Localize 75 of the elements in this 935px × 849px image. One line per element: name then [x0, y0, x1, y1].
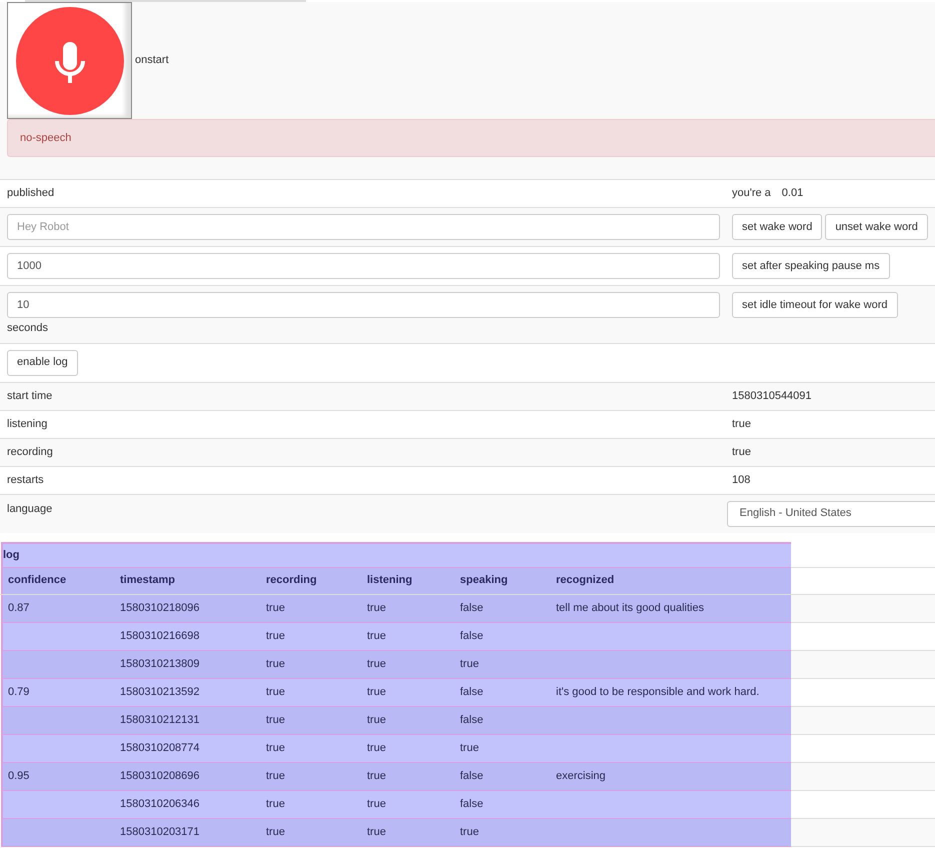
microphone-button[interactable] [7, 2, 132, 119]
row-value: you're a [732, 186, 771, 202]
log-caption: log [1, 542, 791, 566]
column-header: confidence [8, 573, 68, 588]
table-cell: true [266, 742, 285, 754]
action-button[interactable]: set wake word [732, 214, 822, 240]
table-cell: true [367, 798, 386, 810]
table-cell: true [266, 826, 285, 838]
table-cell: exercising [556, 770, 606, 782]
table-cell: 0.95 [8, 770, 30, 782]
table-cell: false [460, 602, 484, 614]
table-cell: 0.79 [8, 686, 30, 698]
table-cell: true [367, 686, 386, 698]
table-cell: tell me about its good qualities [556, 602, 704, 614]
table-cell: true [367, 742, 386, 754]
text-field[interactable]: 10 [7, 292, 720, 318]
table-cell: true [367, 714, 386, 726]
table-cell: 1580310206346 [120, 798, 200, 810]
action-button[interactable]: unset wake word [825, 214, 928, 240]
row-label: listening [7, 416, 48, 432]
column-header: recognized [556, 573, 616, 588]
microphone-icon [16, 6, 124, 114]
column-header: timestamp [120, 573, 176, 588]
text-field[interactable]: 1000 [7, 253, 720, 279]
row-value: 1580310544091 [732, 388, 812, 404]
column-header: listening [367, 573, 414, 588]
table-cell: 1580310208696 [120, 770, 200, 782]
table-cell: true [266, 630, 285, 642]
table-cell: 1580310218096 [120, 602, 200, 614]
table-cell: true [367, 602, 386, 614]
action-button[interactable]: set after speaking pause ms [732, 253, 890, 279]
table-cell: false [460, 686, 484, 698]
table-cell: true [266, 602, 285, 614]
table-cell: true [266, 658, 285, 670]
action-button[interactable]: set idle timeout for wake word [732, 292, 898, 318]
table-cell: true [266, 686, 285, 698]
table-cell: 0.87 [8, 602, 30, 614]
table-cell: 1580310208774 [120, 742, 200, 754]
text-field[interactable]: Hey Robot [7, 214, 720, 240]
table-cell: true [367, 826, 386, 838]
column-header: recording [266, 573, 318, 588]
table-cell: true [266, 714, 285, 726]
row-value: 108 [732, 472, 750, 488]
event-label: onstart [135, 53, 169, 68]
table-cell: 1580310203171 [120, 826, 200, 838]
row-label: start time [7, 388, 54, 404]
table-cell: 1580310216698 [120, 630, 200, 642]
language-select[interactable]: English - United States [726, 500, 935, 526]
table-cell: it's good to be responsible and work hard. [556, 686, 760, 698]
row-label: published [7, 186, 56, 202]
table-cell: false [460, 630, 484, 642]
row-value: true [732, 444, 751, 460]
table-cell: 1580310213592 [120, 686, 200, 698]
table-cell: 1580310212131 [120, 714, 200, 726]
table-cell: false [460, 798, 484, 810]
unit-label: seconds [7, 321, 49, 336]
table-cell: true [367, 658, 386, 670]
row-label: recording [7, 444, 54, 460]
table-cell: true [266, 798, 285, 810]
table-cell: true [460, 658, 479, 670]
table-cell: false [460, 770, 484, 782]
table-cell: 1580310213809 [120, 658, 200, 670]
table-cell: true [460, 826, 479, 838]
error-alert: no-speech [7, 119, 935, 157]
table-cell: false [460, 714, 484, 726]
action-button[interactable]: enable log [7, 350, 78, 376]
column-header: speaking [460, 573, 509, 588]
row-value: true [732, 416, 751, 432]
row-value: 0.01 [782, 186, 804, 202]
table-cell: true [460, 742, 479, 754]
table-cell: true [367, 770, 386, 782]
row-label: restarts [7, 472, 45, 488]
table-cell: true [266, 770, 285, 782]
row-label: language [7, 502, 54, 516]
table-cell: true [367, 630, 386, 642]
